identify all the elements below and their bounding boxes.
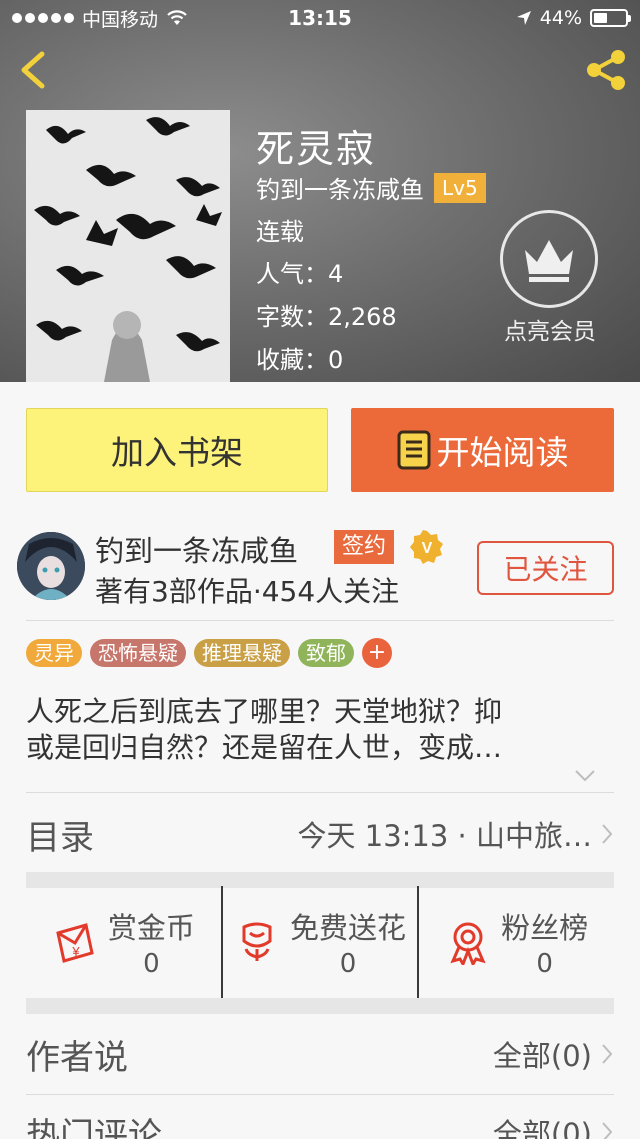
level-badge: Lv5 (434, 172, 486, 203)
back-chevron-icon[interactable] (14, 48, 54, 92)
expand-chevron-down-icon[interactable] (573, 768, 597, 784)
book-header: 中国移动 13:15 44% 死灵寂 钓到一条冻咸鱼 Lv5 连载 人气：4 字… (0, 0, 640, 382)
book-icon (397, 430, 430, 470)
reward-coin-stat[interactable]: ¥ 赏金币 0 (26, 886, 221, 998)
location-arrow-icon (516, 11, 531, 25)
author-name[interactable]: 钓到一条冻咸鱼 (95, 528, 298, 570)
author-says-title: 作者说 (26, 1037, 128, 1078)
vip-crown-button[interactable] (500, 210, 598, 308)
book-detail-body: 加入书架 开始阅读 钓到一条冻咸鱼 签约 V 著有3部作品·454人关注 已关注… (0, 382, 640, 1139)
fan-ranking-count: 0 (536, 949, 553, 979)
reward-coin-count: 0 (143, 949, 160, 979)
start-reading-button[interactable]: 开始阅读 (351, 408, 614, 492)
tag-reasoning-suspense[interactable]: 推理悬疑 (194, 639, 290, 667)
battery-percent: 44% (539, 7, 582, 29)
add-to-shelf-button[interactable]: 加入书架 (26, 408, 328, 492)
serial-status: 连载 (256, 218, 304, 246)
flower-icon (242, 922, 272, 961)
chevron-right-icon (602, 824, 613, 844)
tag-horror-suspense[interactable]: 恐怖悬疑 (90, 639, 186, 667)
free-flower-stat[interactable]: 免费送花 0 (220, 886, 418, 998)
red-envelope-icon: ¥ (56, 923, 94, 963)
catalog-row[interactable]: 目录 今天 13:13 · 山中旅… (26, 796, 614, 872)
author-avatar[interactable] (17, 532, 85, 600)
battery-icon (590, 9, 631, 27)
hot-comments-all-link: 全部(0) (492, 1117, 592, 1139)
intro-line-1: 人死之后到底去了哪里？天堂地狱？抑 (26, 695, 503, 728)
verified-v-icon: V (410, 530, 443, 564)
author-says-all-link: 全部(0) (492, 1039, 592, 1073)
free-flower-count: 0 (339, 949, 357, 979)
tag-list: 灵异 恐怖悬疑 推理悬疑 致郁 + (26, 638, 392, 668)
follow-label: 已关注 (503, 553, 588, 586)
divider (26, 620, 614, 621)
add-to-shelf-label: 加入书架 (111, 433, 243, 472)
book-cover-image[interactable] (26, 110, 230, 382)
divider (26, 792, 614, 793)
author-summary: 著有3部作品·454人关注 (95, 575, 400, 608)
author-says-row[interactable]: 作者说 全部(0) (26, 1016, 614, 1092)
reward-coin-label: 赏金币 (107, 911, 195, 945)
header-author-name[interactable]: 钓到一条冻咸鱼 (256, 170, 424, 205)
reward-stats: ¥ 赏金币 0 免费送花 0 粉丝榜 0 (26, 886, 614, 998)
start-reading-label: 开始阅读 (436, 433, 569, 472)
svg-text:¥: ¥ (71, 944, 80, 959)
catalog-title: 目录 (26, 817, 94, 858)
word-count-stat: 字数：2,268 (256, 303, 397, 331)
add-tag-button[interactable]: + (362, 638, 392, 668)
signed-badge: 签约 (334, 530, 395, 564)
book-title: 死灵寂 (256, 127, 377, 171)
hot-comments-row[interactable]: 热门评论 全部(0) (26, 1094, 614, 1139)
popularity-stat: 人气：4 (256, 260, 344, 288)
section-gap (26, 998, 614, 1014)
tag-depressing[interactable]: 致郁 (298, 639, 354, 667)
follow-button[interactable]: 已关注 (477, 541, 614, 595)
author-row[interactable]: 钓到一条冻咸鱼 签约 V 著有3部作品·454人关注 已关注 (0, 520, 640, 620)
catalog-latest-chapter: 今天 13:13 · 山中旅… (297, 819, 592, 853)
status-bar: 中国移动 13:15 44% (0, 0, 640, 36)
fan-ranking-stat[interactable]: 粉丝榜 0 (417, 886, 614, 998)
share-icon[interactable] (582, 46, 630, 94)
intro-line-2: 或是回归自然？还是留在人世，变成… (26, 731, 503, 764)
crown-icon (525, 240, 573, 282)
vip-label[interactable]: 点亮会员 (490, 312, 610, 346)
medal-icon (450, 922, 486, 965)
tag-lingyi[interactable]: 灵异 (26, 639, 82, 667)
chevron-right-icon (602, 1044, 613, 1064)
book-intro[interactable]: 人死之后到底去了哪里？天堂地狱？抑 或是回归自然？还是留在人世，变成… (26, 694, 606, 766)
free-flower-label: 免费送花 (290, 911, 407, 945)
chevron-right-icon (602, 1122, 613, 1139)
fan-ranking-label: 粉丝榜 (501, 911, 589, 945)
hot-comments-title: 热门评论 (26, 1115, 162, 1139)
verified-v-text: V (422, 540, 433, 557)
favorites-stat: 收藏：0 (256, 346, 344, 374)
